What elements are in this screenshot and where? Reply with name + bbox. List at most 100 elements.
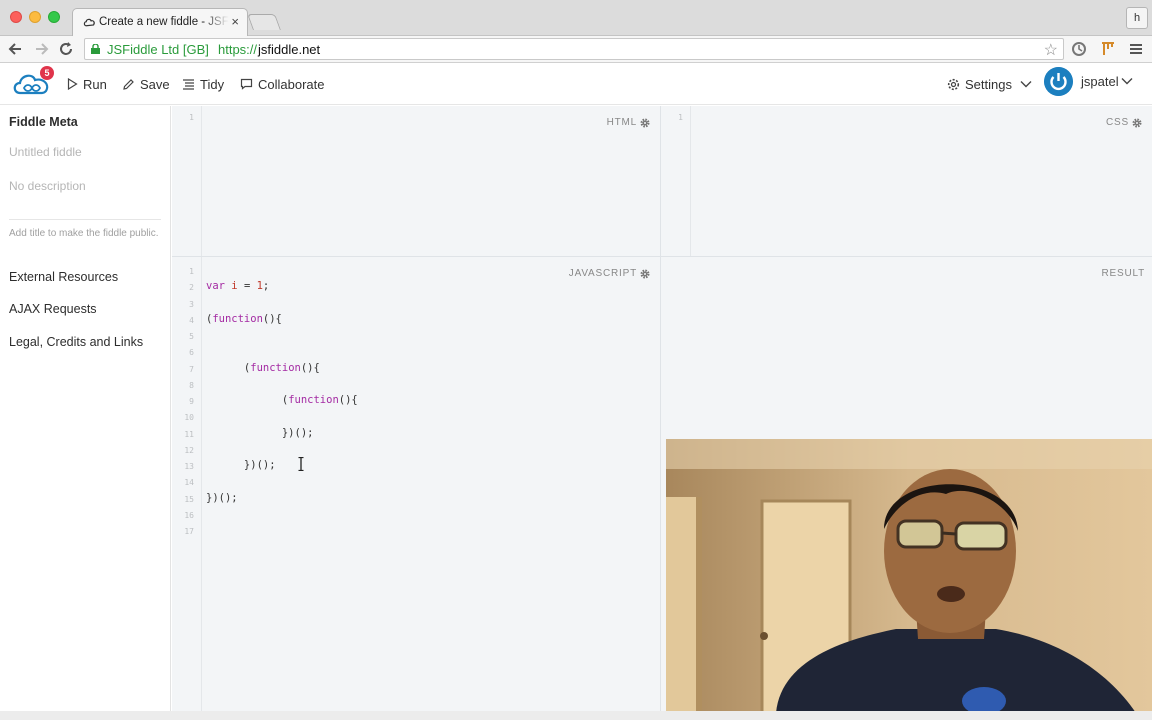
extension-sync-icon[interactable] (1070, 40, 1088, 58)
line-number: 14 (184, 478, 194, 488)
line-number: 5 (189, 332, 194, 341)
address-bar[interactable]: JSFiddle Ltd [GB] https:// jsfiddle.net … (84, 38, 1064, 60)
css-settings-gear-icon[interactable] (1132, 117, 1142, 128)
new-tab-button[interactable] (247, 14, 281, 30)
url-host: jsfiddle.net (258, 42, 321, 57)
css-panel[interactable]: 1 CSS (661, 106, 1152, 256)
chevron-down-icon (1020, 81, 1032, 88)
collaborate-label: Collaborate (258, 76, 325, 92)
code-line: (function(){ (206, 394, 358, 406)
line-number: 2 (189, 283, 194, 293)
css-gutter: 1 (661, 106, 691, 256)
sidebar-item-ajax-requests[interactable]: AJAX Requests (9, 302, 97, 316)
code-line: })(); (206, 459, 276, 471)
run-label: Run (83, 76, 107, 92)
result-label-text: RESULT (1101, 268, 1145, 279)
code-line: (function(){ (206, 361, 320, 374)
sidebar-item-legal-credits[interactable]: Legal, Credits and Links (9, 335, 143, 349)
settings-button[interactable]: Settings (947, 74, 1032, 94)
text-cursor-icon (298, 457, 304, 471)
power-avatar-icon[interactable] (1044, 67, 1073, 96)
extension-ruler-icon[interactable] (1099, 40, 1117, 58)
line-number: 3 (189, 299, 194, 309)
line-number: 17 (184, 527, 194, 536)
chrome-menu-icon[interactable] (1127, 40, 1145, 58)
jsfiddle-favicon-icon (83, 18, 95, 27)
reload-icon[interactable] (56, 39, 76, 59)
save-label: Save (140, 76, 170, 92)
line-number: 1 (189, 267, 194, 276)
js-gutter: 1 2 3 4 5 6 7 8 9 10 11 12 13 14 15 16 17 (172, 257, 202, 711)
panel-divider-vertical[interactable] (660, 106, 661, 711)
code-line: var i = 1; (206, 280, 270, 293)
save-button[interactable]: Save (122, 74, 170, 94)
html-panel[interactable]: 1 HTML (172, 106, 660, 256)
html-settings-gear-icon[interactable] (640, 117, 650, 128)
gear-icon (947, 78, 960, 90)
line-number: 8 (189, 380, 194, 390)
notification-badge[interactable]: 5 (40, 66, 54, 80)
line-number: 16 (184, 510, 194, 520)
panel-divider-horizontal[interactable] (172, 256, 1152, 257)
js-panel-label: JAVASCRIPT (569, 268, 650, 279)
window-maximize-button[interactable] (48, 11, 60, 23)
pencil-icon (123, 78, 134, 90)
webcam-person-image (666, 439, 1152, 713)
sidebar-hint: Add title to make the fiddle public. (9, 228, 159, 239)
bottom-strip (0, 711, 1152, 720)
window-close-button[interactable] (10, 11, 22, 23)
js-label-text: JAVASCRIPT (568, 268, 637, 279)
lock-icon (91, 44, 100, 54)
tab-close-icon[interactable]: × (231, 14, 239, 29)
run-button[interactable]: Run (67, 74, 107, 94)
align-lines-icon (183, 79, 194, 90)
tidy-button[interactable]: Tidy (182, 74, 224, 94)
code-line: (function(){ (206, 312, 282, 325)
line-number: 9 (189, 397, 194, 406)
sidebar-item-external-resources[interactable]: External Resources (9, 270, 118, 284)
username[interactable]: jspatel (1081, 74, 1119, 89)
html-gutter: 1 (172, 106, 202, 256)
line-number: 12 (184, 445, 194, 455)
tidy-label: Tidy (200, 76, 225, 92)
line-number: 4 (189, 315, 194, 325)
back-arrow-icon[interactable] (6, 39, 26, 59)
url-scheme: https:// (218, 42, 258, 57)
user-chevron-down-icon[interactable] (1121, 74, 1133, 88)
profile-button[interactable]: h (1126, 7, 1148, 29)
chat-bubble-icon (240, 78, 253, 90)
code-line: })(); (206, 491, 238, 504)
html-panel-label: HTML (607, 117, 650, 128)
sidebar: Fiddle Meta Untitled fiddle No descripti… (0, 106, 171, 711)
line-number: 6 (189, 348, 194, 358)
tab-title: Create a new fiddle - JSFiddle (99, 16, 229, 28)
js-settings-gear-icon[interactable] (640, 268, 650, 279)
line-number: 1 (189, 113, 194, 122)
settings-label: Settings (965, 76, 1012, 92)
bookmark-star-icon[interactable]: ☆ (1044, 40, 1058, 60)
webcam-overlay (666, 439, 1152, 713)
css-panel-label: CSS (1106, 117, 1142, 128)
code-line: })(); (206, 426, 314, 439)
css-label-text: CSS (1106, 117, 1129, 128)
collaborate-button[interactable]: Collaborate (240, 74, 325, 94)
fiddle-meta-title: Fiddle Meta (9, 115, 78, 129)
javascript-panel[interactable]: 1 2 3 4 5 6 7 8 9 10 11 12 13 14 15 16 17 var i = 1; (fun… (172, 257, 660, 711)
html-label-text: HTML (606, 117, 637, 128)
line-number: 1 (678, 113, 683, 122)
browser-toolbar: JSFiddle Ltd [GB] https:// jsfiddle.net … (0, 36, 1152, 63)
fiddle-description-input[interactable]: No description (9, 179, 86, 193)
play-icon (67, 78, 78, 90)
window-minimize-button[interactable] (29, 11, 41, 23)
app-header: 5 Run Save Tidy Collaborate Settings jsp… (0, 63, 1152, 105)
ev-certificate-label: JSFiddle Ltd [GB] (107, 42, 209, 57)
line-number: 15 (184, 494, 194, 504)
line-number: 7 (189, 364, 194, 374)
browser-tab-active[interactable]: Create a new fiddle - JSFiddle × (72, 8, 248, 37)
line-number: 13 (184, 462, 194, 471)
fiddle-title-input[interactable]: Untitled fiddle (9, 145, 82, 159)
line-number: 11 (184, 429, 194, 439)
forward-arrow-icon[interactable] (31, 39, 51, 59)
line-number: 10 (184, 413, 194, 423)
sidebar-divider (9, 219, 161, 220)
